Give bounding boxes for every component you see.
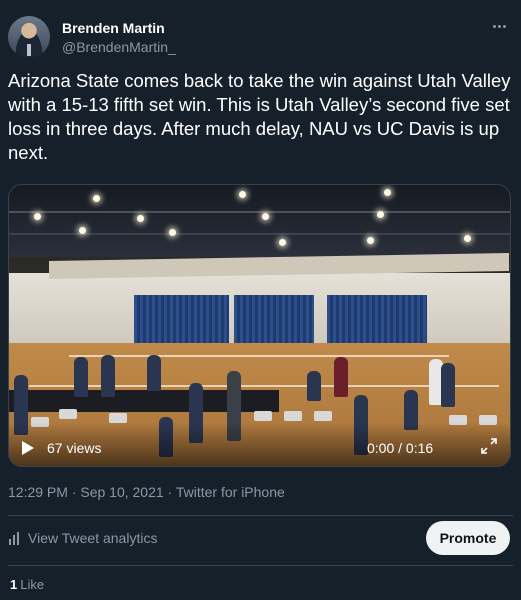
handle[interactable]: @BrendenMartin_: [62, 39, 176, 55]
bleachers: [327, 295, 427, 345]
chair: [59, 409, 77, 419]
ceiling-light: [279, 239, 286, 246]
chair: [314, 411, 332, 421]
ceiling-light: [367, 237, 374, 244]
ceiling-light: [137, 215, 144, 222]
court-line: [69, 355, 449, 357]
tweet-card: Brenden Martin @BrendenMartin_ Arizona S…: [0, 0, 521, 600]
video-timecode: 0:00 / 0:16: [367, 440, 434, 456]
chair: [254, 411, 272, 421]
ceiling-light: [169, 229, 176, 236]
analytics-icon: [9, 532, 19, 545]
ceiling-light: [239, 191, 246, 198]
promote-button[interactable]: Promote: [426, 521, 510, 555]
tweet-timestamp[interactable]: 12:29 PM · Sep 10, 2021 · Twitter for iP…: [8, 484, 285, 500]
ceiling-light: [34, 213, 41, 220]
ceiling-light: [384, 189, 391, 196]
person: [307, 371, 321, 401]
ceiling-truss: [9, 211, 510, 213]
fullscreen-icon[interactable]: [481, 438, 497, 454]
tweet-text: Arizona State comes back to take the win…: [8, 70, 511, 163]
ceiling-light: [79, 227, 86, 234]
play-icon[interactable]: [22, 441, 34, 455]
display-name[interactable]: Brenden Martin: [62, 20, 165, 36]
person: [147, 355, 161, 391]
video-player[interactable]: [8, 184, 511, 467]
ceiling-light: [262, 213, 269, 220]
ceiling-light: [93, 195, 100, 202]
more-icon[interactable]: [489, 16, 509, 36]
ceiling-light: [377, 211, 384, 218]
bleachers: [234, 295, 314, 345]
like-count: 1: [10, 577, 18, 592]
video-frame-ceiling: [9, 185, 510, 257]
avatar[interactable]: [8, 16, 50, 58]
person: [441, 363, 455, 407]
ceiling-light: [464, 235, 471, 242]
like-label: Like: [20, 577, 45, 592]
view-count: 67 views: [47, 440, 102, 456]
divider: [8, 515, 513, 516]
chair: [284, 411, 302, 421]
person: [334, 357, 348, 397]
like-count-link[interactable]: 1 Like: [10, 577, 44, 592]
divider: [8, 565, 513, 566]
analytics-label: View Tweet analytics: [28, 530, 158, 546]
person: [74, 357, 88, 397]
view-analytics-link[interactable]: View Tweet analytics: [8, 530, 157, 546]
bleachers: [134, 295, 229, 345]
person: [101, 355, 115, 397]
